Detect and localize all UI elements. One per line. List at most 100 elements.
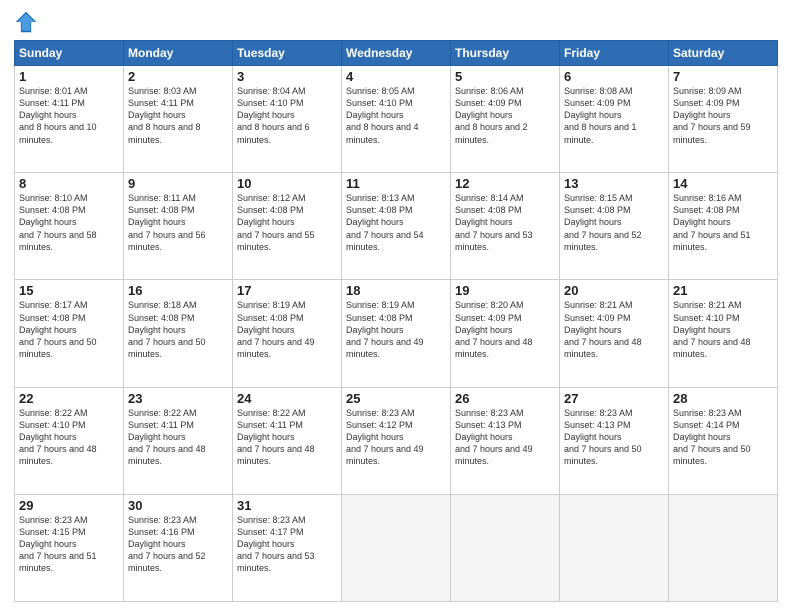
day-number: 29 xyxy=(19,498,119,513)
day-number: 3 xyxy=(237,69,337,84)
day-info: Sunrise: 8:19 AM Sunset: 4:08 PM Dayligh… xyxy=(346,299,446,360)
day-number: 18 xyxy=(346,283,446,298)
day-number: 9 xyxy=(128,176,228,191)
day-info: Sunrise: 8:23 AM Sunset: 4:12 PM Dayligh… xyxy=(346,407,446,468)
day-number: 28 xyxy=(673,391,773,406)
calendar-day-cell: 22 Sunrise: 8:22 AM Sunset: 4:10 PM Dayl… xyxy=(15,387,124,494)
day-number: 5 xyxy=(455,69,555,84)
day-info: Sunrise: 8:04 AM Sunset: 4:10 PM Dayligh… xyxy=(237,85,337,146)
day-info: Sunrise: 8:20 AM Sunset: 4:09 PM Dayligh… xyxy=(455,299,555,360)
weekday-header-tuesday: Tuesday xyxy=(233,41,342,66)
day-number: 8 xyxy=(19,176,119,191)
day-info: Sunrise: 8:22 AM Sunset: 4:10 PM Dayligh… xyxy=(19,407,119,468)
calendar-day-cell: 14 Sunrise: 8:16 AM Sunset: 4:08 PM Dayl… xyxy=(669,173,778,280)
day-number: 14 xyxy=(673,176,773,191)
day-info: Sunrise: 8:16 AM Sunset: 4:08 PM Dayligh… xyxy=(673,192,773,253)
weekday-header-row: SundayMondayTuesdayWednesdayThursdayFrid… xyxy=(15,41,778,66)
day-number: 31 xyxy=(237,498,337,513)
calendar-table: SundayMondayTuesdayWednesdayThursdayFrid… xyxy=(14,40,778,602)
day-info: Sunrise: 8:23 AM Sunset: 4:16 PM Dayligh… xyxy=(128,514,228,575)
day-number: 10 xyxy=(237,176,337,191)
day-info: Sunrise: 8:01 AM Sunset: 4:11 PM Dayligh… xyxy=(19,85,119,146)
weekday-header-wednesday: Wednesday xyxy=(342,41,451,66)
day-info: Sunrise: 8:05 AM Sunset: 4:10 PM Dayligh… xyxy=(346,85,446,146)
day-number: 24 xyxy=(237,391,337,406)
day-info: Sunrise: 8:12 AM Sunset: 4:08 PM Dayligh… xyxy=(237,192,337,253)
day-number: 4 xyxy=(346,69,446,84)
day-info: Sunrise: 8:23 AM Sunset: 4:14 PM Dayligh… xyxy=(673,407,773,468)
day-number: 2 xyxy=(128,69,228,84)
calendar-day-cell: 9 Sunrise: 8:11 AM Sunset: 4:08 PM Dayli… xyxy=(124,173,233,280)
day-number: 1 xyxy=(19,69,119,84)
day-info: Sunrise: 8:06 AM Sunset: 4:09 PM Dayligh… xyxy=(455,85,555,146)
day-info: Sunrise: 8:09 AM Sunset: 4:09 PM Dayligh… xyxy=(673,85,773,146)
day-info: Sunrise: 8:15 AM Sunset: 4:08 PM Dayligh… xyxy=(564,192,664,253)
weekday-header-saturday: Saturday xyxy=(669,41,778,66)
day-number: 30 xyxy=(128,498,228,513)
day-info: Sunrise: 8:23 AM Sunset: 4:17 PM Dayligh… xyxy=(237,514,337,575)
day-number: 17 xyxy=(237,283,337,298)
calendar-day-cell: 10 Sunrise: 8:12 AM Sunset: 4:08 PM Dayl… xyxy=(233,173,342,280)
day-number: 21 xyxy=(673,283,773,298)
calendar-day-cell: 18 Sunrise: 8:19 AM Sunset: 4:08 PM Dayl… xyxy=(342,280,451,387)
calendar-header: SundayMondayTuesdayWednesdayThursdayFrid… xyxy=(15,41,778,66)
day-info: Sunrise: 8:14 AM Sunset: 4:08 PM Dayligh… xyxy=(455,192,555,253)
weekday-header-thursday: Thursday xyxy=(451,41,560,66)
day-number: 15 xyxy=(19,283,119,298)
logo-icon xyxy=(14,10,38,34)
calendar-day-cell: 29 Sunrise: 8:23 AM Sunset: 4:15 PM Dayl… xyxy=(15,494,124,601)
day-info: Sunrise: 8:03 AM Sunset: 4:11 PM Dayligh… xyxy=(128,85,228,146)
day-number: 23 xyxy=(128,391,228,406)
day-info: Sunrise: 8:19 AM Sunset: 4:08 PM Dayligh… xyxy=(237,299,337,360)
calendar-day-cell: 4 Sunrise: 8:05 AM Sunset: 4:10 PM Dayli… xyxy=(342,66,451,173)
calendar-day-cell: 11 Sunrise: 8:13 AM Sunset: 4:08 PM Dayl… xyxy=(342,173,451,280)
calendar-day-cell xyxy=(451,494,560,601)
day-info: Sunrise: 8:21 AM Sunset: 4:10 PM Dayligh… xyxy=(673,299,773,360)
calendar-day-cell xyxy=(669,494,778,601)
calendar-day-cell: 25 Sunrise: 8:23 AM Sunset: 4:12 PM Dayl… xyxy=(342,387,451,494)
day-info: Sunrise: 8:23 AM Sunset: 4:13 PM Dayligh… xyxy=(564,407,664,468)
calendar-day-cell: 13 Sunrise: 8:15 AM Sunset: 4:08 PM Dayl… xyxy=(560,173,669,280)
logo xyxy=(14,10,42,34)
calendar-day-cell: 27 Sunrise: 8:23 AM Sunset: 4:13 PM Dayl… xyxy=(560,387,669,494)
calendar-day-cell xyxy=(342,494,451,601)
calendar-day-cell xyxy=(560,494,669,601)
calendar-day-cell: 3 Sunrise: 8:04 AM Sunset: 4:10 PM Dayli… xyxy=(233,66,342,173)
day-number: 25 xyxy=(346,391,446,406)
day-number: 19 xyxy=(455,283,555,298)
calendar-day-cell: 21 Sunrise: 8:21 AM Sunset: 4:10 PM Dayl… xyxy=(669,280,778,387)
calendar-day-cell: 20 Sunrise: 8:21 AM Sunset: 4:09 PM Dayl… xyxy=(560,280,669,387)
calendar-day-cell: 12 Sunrise: 8:14 AM Sunset: 4:08 PM Dayl… xyxy=(451,173,560,280)
day-number: 7 xyxy=(673,69,773,84)
calendar-day-cell: 5 Sunrise: 8:06 AM Sunset: 4:09 PM Dayli… xyxy=(451,66,560,173)
day-number: 12 xyxy=(455,176,555,191)
calendar-day-cell: 7 Sunrise: 8:09 AM Sunset: 4:09 PM Dayli… xyxy=(669,66,778,173)
calendar-day-cell: 16 Sunrise: 8:18 AM Sunset: 4:08 PM Dayl… xyxy=(124,280,233,387)
weekday-header-sunday: Sunday xyxy=(15,41,124,66)
calendar-week-row: 8 Sunrise: 8:10 AM Sunset: 4:08 PM Dayli… xyxy=(15,173,778,280)
day-info: Sunrise: 8:22 AM Sunset: 4:11 PM Dayligh… xyxy=(128,407,228,468)
day-info: Sunrise: 8:22 AM Sunset: 4:11 PM Dayligh… xyxy=(237,407,337,468)
calendar-day-cell: 31 Sunrise: 8:23 AM Sunset: 4:17 PM Dayl… xyxy=(233,494,342,601)
day-number: 26 xyxy=(455,391,555,406)
calendar-day-cell: 17 Sunrise: 8:19 AM Sunset: 4:08 PM Dayl… xyxy=(233,280,342,387)
calendar-body: 1 Sunrise: 8:01 AM Sunset: 4:11 PM Dayli… xyxy=(15,66,778,602)
day-info: Sunrise: 8:08 AM Sunset: 4:09 PM Dayligh… xyxy=(564,85,664,146)
calendar-day-cell: 23 Sunrise: 8:22 AM Sunset: 4:11 PM Dayl… xyxy=(124,387,233,494)
calendar-week-row: 15 Sunrise: 8:17 AM Sunset: 4:08 PM Dayl… xyxy=(15,280,778,387)
day-info: Sunrise: 8:23 AM Sunset: 4:13 PM Dayligh… xyxy=(455,407,555,468)
day-number: 27 xyxy=(564,391,664,406)
calendar-page: SundayMondayTuesdayWednesdayThursdayFrid… xyxy=(0,0,792,612)
calendar-day-cell: 8 Sunrise: 8:10 AM Sunset: 4:08 PM Dayli… xyxy=(15,173,124,280)
day-number: 6 xyxy=(564,69,664,84)
calendar-day-cell: 26 Sunrise: 8:23 AM Sunset: 4:13 PM Dayl… xyxy=(451,387,560,494)
day-number: 20 xyxy=(564,283,664,298)
day-number: 22 xyxy=(19,391,119,406)
day-info: Sunrise: 8:21 AM Sunset: 4:09 PM Dayligh… xyxy=(564,299,664,360)
day-number: 11 xyxy=(346,176,446,191)
day-number: 16 xyxy=(128,283,228,298)
day-number: 13 xyxy=(564,176,664,191)
calendar-day-cell: 30 Sunrise: 8:23 AM Sunset: 4:16 PM Dayl… xyxy=(124,494,233,601)
page-header xyxy=(14,10,778,34)
day-info: Sunrise: 8:11 AM Sunset: 4:08 PM Dayligh… xyxy=(128,192,228,253)
